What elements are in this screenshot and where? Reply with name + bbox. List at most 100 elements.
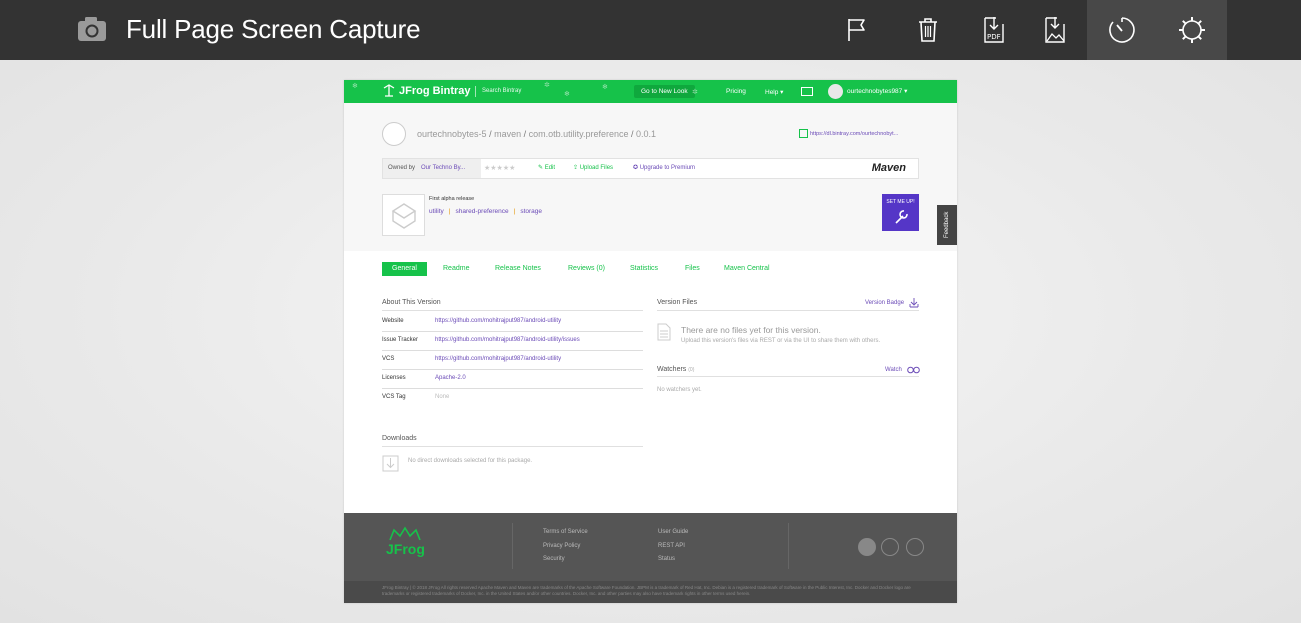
snowflake-icon: ✲ <box>692 89 698 96</box>
divider <box>657 310 919 311</box>
pricing-link[interactable]: Pricing <box>726 88 746 95</box>
divider <box>788 523 789 569</box>
bintray-logo[interactable]: JFrog Bintray <box>399 85 471 97</box>
watchers-title: Watchers (0) <box>657 366 694 373</box>
no-downloads: No direct downloads selected for this pa… <box>408 458 533 464</box>
row-value[interactable]: https://github.com/mohitrajput987/androi… <box>435 337 580 343</box>
upload-files-link[interactable]: ⇪ Upload Files <box>573 164 613 171</box>
download-arrow-icon <box>382 455 399 472</box>
version-badge-link[interactable]: Version Badge <box>865 300 904 306</box>
wrench-icon <box>894 210 908 224</box>
watch-link[interactable]: Watch <box>885 367 902 373</box>
tag[interactable]: utility <box>429 208 444 215</box>
github-icon[interactable] <box>858 538 876 556</box>
mail-icon[interactable] <box>801 87 813 96</box>
rating-stars[interactable]: ★★★★★ <box>484 164 515 172</box>
copyright: JFrog Bintray | © 2018 JFrog All rights … <box>382 585 911 596</box>
file-icon <box>657 323 671 341</box>
set-me-up-button[interactable]: SET ME UP! <box>882 194 919 231</box>
row-key: Licenses <box>382 375 406 381</box>
pdf-label: PDF <box>987 33 1001 41</box>
row-value[interactable]: Apache-2.0 <box>435 375 466 381</box>
download-image-button[interactable] <box>1020 0 1090 60</box>
owner-bar: Owned by Our Techno By... ★★★★★ ✎ Edit ⇪ … <box>382 158 919 179</box>
frog-logo-icon <box>383 84 395 97</box>
flag-button[interactable] <box>822 0 892 60</box>
bintray-search[interactable]: Search Bintray <box>475 86 547 97</box>
about-row-vcs-tag: VCS Tag None <box>382 389 643 408</box>
maven-logo: Maven <box>871 162 906 174</box>
footer-security[interactable]: Security <box>543 556 565 562</box>
download-url[interactable]: https://dl.bintray.com/ourtechnobyt... <box>810 131 898 137</box>
tag[interactable]: shared-preference <box>456 208 509 215</box>
settings-button[interactable] <box>1157 0 1227 60</box>
new-look-button[interactable]: Go to New Look <box>634 85 695 98</box>
tab-files[interactable]: Files <box>685 262 700 276</box>
breadcrumb-package[interactable]: com.otb.utility.preference <box>529 129 629 139</box>
breadcrumb: ourtechnobytes-5 / maven / com.otb.utili… <box>417 129 657 139</box>
history-button[interactable] <box>1087 0 1157 60</box>
feedback-tab[interactable]: Feedback <box>937 205 957 245</box>
footer-user-guide[interactable]: User Guide <box>658 529 688 535</box>
download-icon[interactable] <box>909 297 919 308</box>
tab-reviews[interactable]: Reviews (0) <box>568 262 605 276</box>
pdf-download-icon: PDF <box>984 17 1004 43</box>
owner-avatar <box>382 122 406 146</box>
site-footer: JFrog Terms of Service Privacy Policy Se… <box>344 513 957 603</box>
row-value[interactable]: https://github.com/mohitrajput987/androi… <box>435 356 561 362</box>
upload-label: Upload Files <box>579 165 614 171</box>
settings-gear-icon <box>1179 17 1205 43</box>
edit-label: Edit <box>544 165 556 171</box>
help-menu[interactable]: Help ▾ <box>765 88 783 96</box>
delete-button[interactable] <box>893 0 963 60</box>
footer-terms[interactable]: Terms of Service <box>543 529 588 535</box>
footer-rest-api[interactable]: REST API <box>658 543 685 549</box>
breadcrumb-repo[interactable]: maven <box>494 129 521 139</box>
snowflake-icon: ❄ <box>352 83 358 90</box>
package-tags: utility | shared-preference | storage <box>429 208 543 215</box>
google-plus-icon[interactable] <box>906 538 924 556</box>
tab-release-notes[interactable]: Release Notes <box>495 262 541 276</box>
tab-statistics[interactable]: Statistics <box>630 262 658 276</box>
footer-status[interactable]: Status <box>658 556 675 562</box>
trash-icon <box>919 18 937 42</box>
twitter-icon[interactable] <box>881 538 899 556</box>
tab-readme[interactable]: Readme <box>443 262 469 276</box>
app-title: Full Page Screen Capture <box>126 14 421 44</box>
camera-icon <box>78 17 106 41</box>
avatar[interactable] <box>828 84 843 99</box>
flag-icon <box>848 19 865 41</box>
edit-link[interactable]: ✎ Edit <box>538 164 555 171</box>
row-key: VCS Tag <box>382 394 406 400</box>
divider <box>657 376 919 377</box>
row-value: None <box>435 394 450 400</box>
user-menu[interactable]: ourtechnobytes987 ▾ <box>847 87 907 95</box>
tab-general[interactable]: General <box>382 262 427 276</box>
footer-privacy[interactable]: Privacy Policy <box>543 543 580 549</box>
captured-page-preview[interactable]: JFrog Bintray Search Bintray Go to New L… <box>344 80 957 603</box>
tag[interactable]: storage <box>520 208 542 215</box>
no-files-message: There are no files yet for this version. <box>681 325 821 335</box>
jfrog-logo[interactable]: JFrog <box>386 541 425 557</box>
binoculars-icon[interactable] <box>907 364 920 374</box>
divider <box>512 523 513 569</box>
tab-maven-central[interactable]: Maven Central <box>724 262 770 276</box>
snowflake-icon: ✲ <box>544 82 550 89</box>
row-key: Website <box>382 318 404 324</box>
breadcrumb-owner[interactable]: ourtechnobytes-5 <box>417 129 487 139</box>
watchers-label: Watchers <box>657 366 687 373</box>
owned-by-label: Owned by <box>388 165 416 171</box>
download-pdf-button[interactable]: PDF <box>959 0 1029 60</box>
row-value[interactable]: https://github.com/mohitrajput987/androi… <box>435 318 561 324</box>
package-description: First alpha release <box>429 196 475 202</box>
owned-by-value[interactable]: Our Techno By... <box>421 165 465 171</box>
no-watchers: No watchers yet. <box>657 387 702 393</box>
version-files-title: Version Files <box>657 299 698 306</box>
set-me-up-label: SET ME UP! <box>886 199 915 205</box>
copy-icon[interactable] <box>799 129 808 138</box>
row-key: VCS <box>382 356 395 362</box>
about-title: About This Version <box>382 299 441 306</box>
snowflake-icon: ❄ <box>602 84 608 91</box>
upgrade-link[interactable]: ✪ Upgrade to Premium <box>633 164 695 171</box>
upload-hint: Upload this version's files via REST or … <box>681 338 881 344</box>
